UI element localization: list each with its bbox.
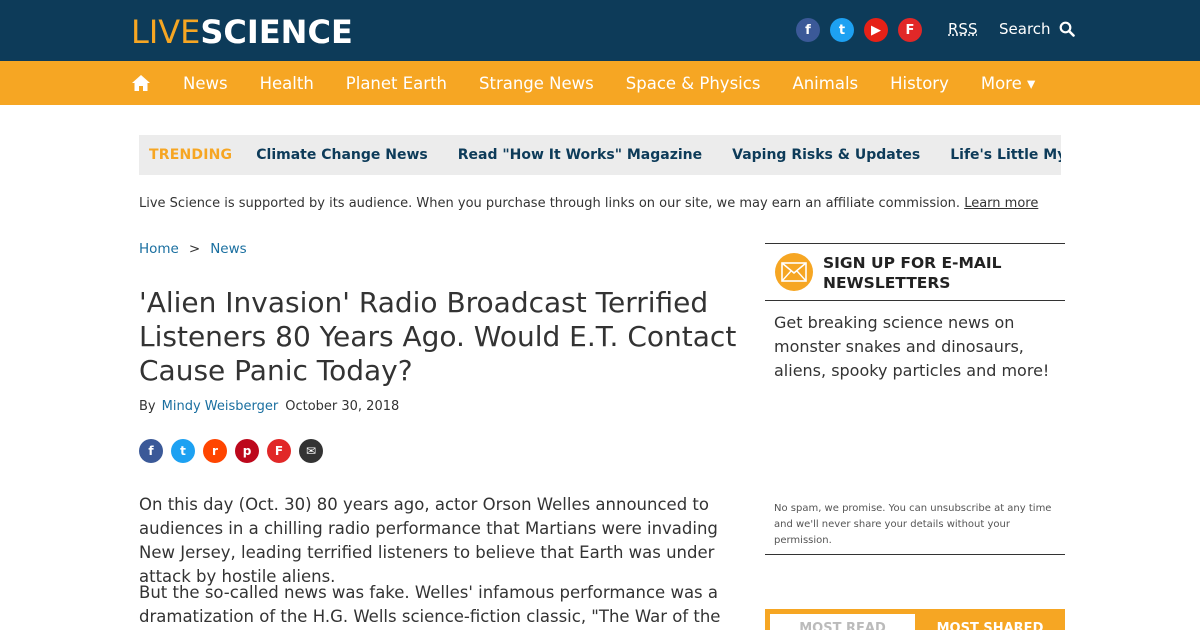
- nav-item-planet-earth[interactable]: Planet Earth: [346, 74, 447, 93]
- nav-item-health[interactable]: Health: [260, 74, 314, 93]
- envelope-icon: [775, 253, 813, 291]
- byline-by: By: [139, 399, 156, 414]
- newsletter-description: Get breaking science news on monster sna…: [774, 313, 1050, 380]
- logo-science-text: SCIENCE: [200, 13, 353, 51]
- newsletter-header: SIGN UP FOR E-MAIL NEWSLETTERS: [765, 244, 1065, 301]
- rss-link[interactable]: RSS: [948, 20, 977, 38]
- most-popular-tabs: MOST READ MOST SHARED: [765, 609, 1065, 630]
- learn-more-link[interactable]: Learn more: [964, 196, 1038, 211]
- trending-label: TRENDING: [149, 147, 233, 163]
- affiliate-disclosure: Live Science is supported by its audienc…: [139, 196, 1038, 211]
- trending-item[interactable]: Climate Change News: [256, 147, 428, 163]
- nav-item-history[interactable]: History: [890, 74, 949, 93]
- reddit-share-icon[interactable]: r: [203, 439, 227, 463]
- flipboard-share-icon[interactable]: F: [267, 439, 291, 463]
- article-headline: 'Alien Invasion' Radio Broadcast Terrifi…: [139, 286, 737, 387]
- byline: By Mindy Weisberger October 30, 2018: [139, 399, 399, 414]
- publish-date: October 30, 2018: [285, 399, 400, 414]
- affiliate-text: Live Science is supported by its audienc…: [139, 196, 961, 211]
- search-icon: [1059, 21, 1075, 37]
- logo-live-text: LIVE: [131, 13, 201, 51]
- breadcrumb: Home > News: [139, 241, 247, 257]
- top-header-bar: LIVESCIENCE f t ▶ F RSS Search: [0, 0, 1200, 61]
- facebook-share-icon[interactable]: f: [139, 439, 163, 463]
- breadcrumb-news[interactable]: News: [210, 241, 246, 257]
- nav-item-more[interactable]: More ▾: [981, 74, 1035, 93]
- nav-item-news[interactable]: News: [183, 74, 228, 93]
- tab-most-shared[interactable]: MOST SHARED: [915, 614, 1065, 630]
- breadcrumb-home[interactable]: Home: [139, 241, 179, 257]
- author-link[interactable]: Mindy Weisberger: [162, 399, 279, 414]
- article-paragraph-2: But the so-called news was fake. Welles'…: [139, 583, 721, 626]
- nav-item-strange-news[interactable]: Strange News: [479, 74, 594, 93]
- trending-bar: TRENDING Climate Change News Read "How It…: [139, 135, 1061, 175]
- trending-item[interactable]: Life's Little Mysteries: [950, 147, 1061, 163]
- facebook-icon[interactable]: f: [796, 18, 820, 42]
- newsletter-title: SIGN UP FOR E-MAIL NEWSLETTERS: [823, 254, 1002, 292]
- flipboard-icon[interactable]: F: [898, 18, 922, 42]
- search-label: Search: [999, 20, 1051, 38]
- share-buttons: f t r p F ✉: [139, 439, 323, 463]
- header-social-links: f t ▶ F: [796, 18, 922, 42]
- twitter-icon[interactable]: t: [830, 18, 854, 42]
- breadcrumb-separator: >: [188, 241, 201, 257]
- main-nav: News Health Planet Earth Strange News Space …: [0, 61, 1200, 105]
- youtube-icon[interactable]: ▶: [864, 18, 888, 42]
- nav-item-animals[interactable]: Animals: [792, 74, 858, 93]
- search-button[interactable]: Search: [999, 20, 1075, 38]
- email-share-icon[interactable]: ✉: [299, 439, 323, 463]
- newsletter-fine-print: No spam, we promise. You can unsubscribe…: [774, 503, 1052, 546]
- livescience-logo[interactable]: LIVESCIENCE: [131, 14, 353, 50]
- twitter-share-icon[interactable]: t: [171, 439, 195, 463]
- trending-item[interactable]: Vaping Risks & Updates: [732, 147, 920, 163]
- article-paragraph-1: On this day (Oct. 30) 80 years ago, acto…: [139, 495, 718, 586]
- pinterest-share-icon[interactable]: p: [235, 439, 259, 463]
- tab-most-read[interactable]: MOST READ: [770, 614, 915, 630]
- trending-item[interactable]: Read "How It Works" Magazine: [458, 147, 702, 163]
- home-icon[interactable]: [131, 73, 151, 93]
- newsletter-signup: SIGN UP FOR E-MAIL NEWSLETTERS Get break…: [765, 243, 1065, 555]
- nav-item-space-physics[interactable]: Space & Physics: [626, 74, 761, 93]
